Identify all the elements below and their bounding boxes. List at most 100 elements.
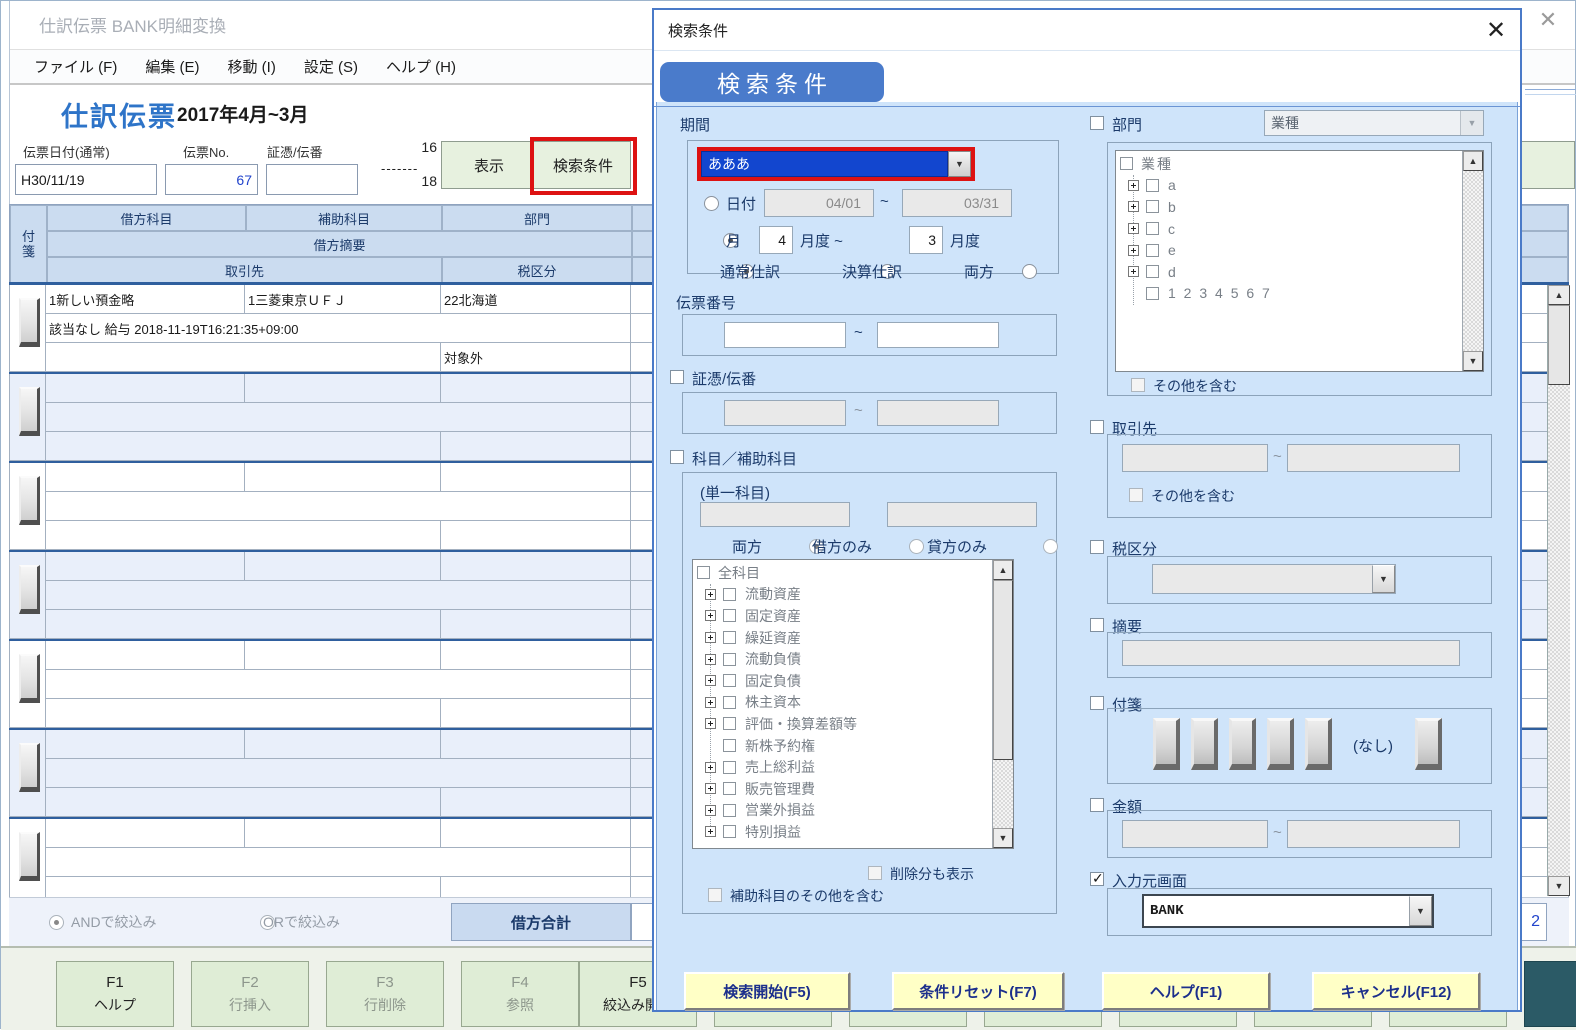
amount-to-input[interactable] xyxy=(1287,820,1460,848)
show-button[interactable]: 表示 xyxy=(442,142,536,188)
evidence-from-input[interactable] xyxy=(724,400,846,426)
partner-from-input[interactable] xyxy=(1122,444,1268,472)
sub-account-cell[interactable] xyxy=(245,463,441,492)
tax-class-cell[interactable] xyxy=(441,788,631,817)
partner-cell[interactable] xyxy=(46,699,441,728)
amount-checkbox[interactable] xyxy=(1090,798,1104,812)
partner-to-input[interactable] xyxy=(1287,444,1460,472)
dialog-action-button[interactable]: 検索開始(F5) xyxy=(684,972,850,1010)
tax-class-cell[interactable]: 対象外 xyxy=(441,343,631,372)
sub-account-cell[interactable]: 1三菱東京ＵＦＪ xyxy=(245,285,441,314)
partner-cell[interactable] xyxy=(46,521,441,550)
expand-plus-icon[interactable] xyxy=(705,675,716,687)
tree-item[interactable]: 業種 xyxy=(1116,153,1461,175)
expand-plus-icon[interactable] xyxy=(705,696,716,708)
dept-checkbox[interactable] xyxy=(1090,116,1104,130)
dialog-action-button[interactable]: ヘルプ(F1) xyxy=(1102,972,1270,1010)
scroll-down-icon[interactable]: ▼ xyxy=(993,828,1013,848)
tree-item-checkbox[interactable] xyxy=(723,631,736,645)
tree-item-checkbox[interactable] xyxy=(723,717,736,731)
tree-item-checkbox[interactable] xyxy=(1146,286,1159,300)
fusen-cell[interactable] xyxy=(9,730,46,817)
sub-account-cell[interactable] xyxy=(245,819,441,848)
scrollbar-track[interactable] xyxy=(993,760,1013,828)
date-to-input[interactable]: 03/31 xyxy=(902,189,1012,217)
sub-account-cell[interactable] xyxy=(245,641,441,670)
sub-account-cell[interactable] xyxy=(245,552,441,581)
amount-from-input[interactable] xyxy=(1122,820,1268,848)
memo-cell[interactable] xyxy=(46,670,631,699)
memo-cell[interactable] xyxy=(46,581,631,610)
expand-plus-icon[interactable] xyxy=(705,653,716,665)
date-from-input[interactable]: 04/01 xyxy=(764,189,874,217)
debit-account-cell[interactable] xyxy=(46,463,245,492)
expand-plus-icon[interactable] xyxy=(1128,179,1139,191)
slipno-from-input[interactable] xyxy=(724,322,846,348)
expand-plus-icon[interactable] xyxy=(705,804,716,816)
scrollbar-thumb[interactable] xyxy=(993,580,1013,760)
debit-account-cell[interactable] xyxy=(46,374,245,403)
expand-plus-icon[interactable] xyxy=(705,610,716,622)
tree-item[interactable]: b xyxy=(1116,196,1461,218)
tree-item-checkbox[interactable] xyxy=(723,739,736,753)
department-cell[interactable] xyxy=(441,463,631,492)
tax-class-cell[interactable] xyxy=(441,699,631,728)
department-cell[interactable] xyxy=(441,819,631,848)
partner-cell[interactable] xyxy=(46,432,441,461)
tree-item-checkbox[interactable] xyxy=(1146,265,1159,279)
sub-account-cell[interactable] xyxy=(245,374,441,403)
expand-plus-icon[interactable] xyxy=(1128,223,1139,235)
fusen-flag-none-icon[interactable] xyxy=(1415,718,1442,770)
tree-item[interactable]: 営業外損益 xyxy=(693,800,991,822)
fusen-cell[interactable] xyxy=(9,641,46,728)
month-to-input[interactable]: 3 xyxy=(909,226,943,254)
tree-item[interactable]: 株主資本 xyxy=(693,692,991,714)
tree-item-checkbox[interactable] xyxy=(723,803,736,817)
fusen-flag-icon[interactable] xyxy=(1267,718,1294,770)
debit-account-cell[interactable] xyxy=(46,552,245,581)
tree-item-checkbox[interactable] xyxy=(723,825,736,839)
tree-item-checkbox[interactable] xyxy=(723,652,736,666)
department-cell[interactable]: 22北海道 xyxy=(441,285,631,314)
tree-item-checkbox[interactable] xyxy=(723,695,736,709)
memo-input[interactable] xyxy=(1122,640,1460,666)
memo-cell[interactable]: 該当なし 給与 2018-11-19T16:21:35+09:00 xyxy=(46,314,631,343)
chevron-down-icon[interactable]: ▼ xyxy=(1372,565,1395,593)
single-account-input1[interactable] xyxy=(700,502,850,527)
debit-account-cell[interactable] xyxy=(46,641,245,670)
show-deleted-checkbox[interactable] xyxy=(868,866,882,880)
debit-account-cell[interactable]: 1新しい預金略 xyxy=(46,285,245,314)
fusen-cell[interactable] xyxy=(9,819,46,906)
dept-include-other-checkbox[interactable] xyxy=(1131,378,1145,392)
evidence-checkbox[interactable] xyxy=(670,370,684,384)
tax-checkbox[interactable] xyxy=(1090,540,1104,554)
dialog-action-button[interactable]: キャンセル(F12) xyxy=(1312,972,1480,1010)
chevron-down-icon[interactable]: ▼ xyxy=(948,151,971,177)
scrollbar-track[interactable] xyxy=(1548,385,1570,876)
single-account-input2[interactable] xyxy=(887,502,1037,527)
memo-cell[interactable] xyxy=(46,848,631,877)
tree-item-checkbox[interactable] xyxy=(723,587,736,601)
dept-type-combobox[interactable]: 業種 ▼ xyxy=(1264,110,1484,136)
tree-item[interactable]: 固定負債 xyxy=(693,670,991,692)
tree-item[interactable]: 流動資産 xyxy=(693,584,991,606)
expand-plus-icon[interactable] xyxy=(1128,244,1139,256)
memo-cell[interactable] xyxy=(46,759,631,788)
function-key-button[interactable]: F4 参照 xyxy=(461,961,579,1027)
department-cell[interactable] xyxy=(441,641,631,670)
table-scrollbar[interactable]: ▲ ▼ xyxy=(1547,285,1570,896)
tree-item[interactable]: 評価・換算差額等 xyxy=(693,713,991,735)
function-key-button[interactable]: F1 ヘルプ xyxy=(56,961,174,1027)
source-screen-checkbox[interactable]: ✓ xyxy=(1090,870,1104,886)
department-cell[interactable] xyxy=(441,730,631,759)
fkey-dark-button[interactable] xyxy=(1524,961,1576,1027)
fusen-cell[interactable] xyxy=(9,463,46,550)
slip-no-input[interactable]: 67 xyxy=(165,164,258,195)
expand-plus-icon[interactable] xyxy=(1128,201,1139,213)
scrollbar-thumb[interactable] xyxy=(1548,305,1570,385)
expand-plus-icon[interactable] xyxy=(705,718,716,730)
tree-item-checkbox[interactable] xyxy=(1120,157,1133,171)
fusen-flag-icon[interactable] xyxy=(1191,718,1218,770)
tree-item-checkbox[interactable] xyxy=(697,566,710,580)
partner-cell[interactable] xyxy=(46,343,441,372)
